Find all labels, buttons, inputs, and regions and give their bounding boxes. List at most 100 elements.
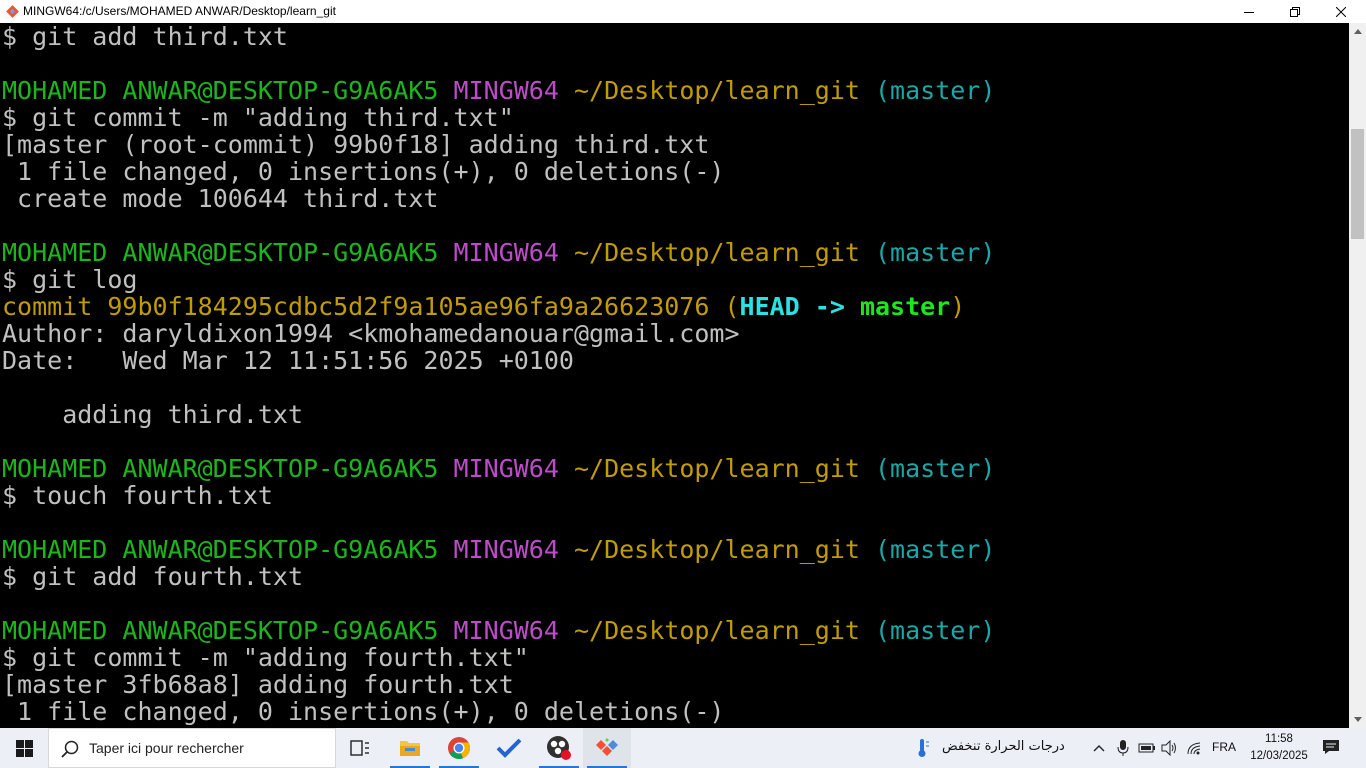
terminal-line: [master 3fb68a8] adding fourth.txt: [2, 671, 995, 698]
terminal-text-branch: (master): [875, 535, 996, 564]
minimize-button[interactable]: [1226, 0, 1272, 23]
terminal-text-default: 1 file changed, 0 insertions(+), 0 delet…: [2, 157, 725, 186]
notification-icon: [1323, 740, 1339, 754]
terminal-line: 1 file changed, 0 insertions(+), 0 delet…: [2, 158, 995, 185]
scroll-thumb[interactable]: [1351, 129, 1364, 239]
terminal-text-default: Date: Wed Mar 12 11:51:56 2025 +0100: [2, 346, 574, 375]
clock-time: 11:58: [1265, 733, 1293, 745]
clock-date: 12/03/2025: [1250, 750, 1308, 762]
taskbar: Taper ici pour rechercher درجات الحرارة …: [0, 728, 1366, 768]
weather-widget[interactable]: [914, 739, 932, 757]
battery-icon: [1138, 743, 1155, 753]
chevron-up-icon: [1093, 745, 1105, 752]
search-placeholder: Taper ici pour rechercher: [89, 740, 244, 756]
wifi-icon: [1187, 742, 1201, 755]
language-indicator[interactable]: FRA: [1212, 740, 1236, 754]
terminal-line: [master (root-commit) 99b0f18] adding th…: [2, 131, 995, 158]
git-icon: [596, 738, 618, 756]
terminal-blank-line: [2, 509, 995, 536]
taskbar-git-bash[interactable]: [583, 728, 631, 768]
taskbar-file-explorer[interactable]: [386, 728, 434, 768]
terminal-text-path: ~/Desktop/learn_git: [573, 535, 875, 564]
terminal-text-default: adding third.txt: [2, 400, 304, 429]
terminal-blank-line: [2, 374, 995, 401]
network-tray[interactable]: [1186, 739, 1204, 757]
show-hidden-icons[interactable]: [1090, 739, 1108, 757]
microphone-tray[interactable]: [1114, 739, 1132, 757]
vertical-scrollbar[interactable]: [1349, 23, 1366, 728]
terminal-text-head: HEAD ->: [739, 292, 860, 321]
taskbar-chrome[interactable]: [435, 728, 483, 768]
todo-icon: [496, 738, 522, 758]
terminal-line: MOHAMED ANWAR@DESKTOP-G9A6AK5 MINGW64 ~/…: [2, 617, 995, 644]
terminal-line: Author: daryldixon1994 <kmohamedanouar@g…: [2, 320, 995, 347]
task-view-button[interactable]: [336, 728, 384, 768]
terminal-output[interactable]: $ git add third.txt MOHAMED ANWAR@DESKTO…: [0, 23, 1349, 728]
terminal-line: adding third.txt: [2, 401, 995, 428]
notification-center-button[interactable]: [1322, 738, 1340, 760]
terminal-line: $ git commit -m "adding third.txt": [2, 104, 995, 131]
search-box[interactable]: Taper ici pour rechercher: [48, 728, 336, 768]
terminal-text-branch: (master): [875, 454, 996, 483]
terminal-text-msys: MINGW64: [453, 454, 574, 483]
terminal-blank-line: [2, 212, 995, 239]
terminal-text-msys: MINGW64: [453, 76, 574, 105]
terminal-text-master: master: [859, 292, 951, 321]
restore-icon: [1290, 6, 1300, 17]
terminal-text-user: MOHAMED ANWAR@DESKTOP-G9A6AK5: [2, 454, 454, 483]
terminal-text-default: $ git log: [2, 265, 138, 294]
terminal-text-msys: MINGW64: [453, 535, 574, 564]
terminal-text-user: MOHAMED ANWAR@DESKTOP-G9A6AK5: [2, 238, 454, 267]
terminal-blank-line: [2, 590, 995, 617]
thermometer-icon: [918, 739, 929, 757]
terminal-line: MOHAMED ANWAR@DESKTOP-G9A6AK5 MINGW64 ~/…: [2, 239, 995, 266]
clock[interactable]: 11:58 12/03/2025: [1248, 731, 1310, 765]
terminal-text-yellow: ): [950, 292, 966, 321]
close-icon: [1336, 6, 1346, 17]
windows-icon: [15, 739, 33, 757]
microphone-icon: [1117, 740, 1129, 756]
start-button[interactable]: [0, 728, 48, 768]
terminal-line: $ git commit -m "adding fourth.txt": [2, 644, 995, 671]
terminal-blank-line: [2, 428, 995, 455]
terminal-line: MOHAMED ANWAR@DESKTOP-G9A6AK5 MINGW64 ~/…: [2, 536, 995, 563]
battery-tray[interactable]: [1138, 739, 1156, 757]
chrome-icon: [448, 737, 470, 759]
title-bar[interactable]: MINGW64:/c/Users/MOHAMED ANWAR/Desktop/l…: [0, 0, 1366, 23]
close-button[interactable]: [1318, 0, 1364, 23]
terminal-line: $ git add third.txt: [2, 23, 995, 50]
restore-button[interactable]: [1272, 0, 1318, 23]
terminal-line: 1 file changed, 0 insertions(+), 0 delet…: [2, 698, 995, 725]
terminal-text-msys: MINGW64: [453, 616, 574, 645]
taskbar-todo[interactable]: [485, 728, 533, 768]
terminal-text-msys: MINGW64: [453, 238, 574, 267]
terminal-text-path: ~/Desktop/learn_git: [573, 616, 875, 645]
terminal-text-yellow: commit 99b0f184295cdbc5d2f9a105ae96fa9a2…: [2, 292, 740, 321]
terminal-line: commit 99b0f184295cdbc5d2f9a105ae96fa9a2…: [2, 293, 995, 320]
terminal-text-default: $ git add fourth.txt: [2, 562, 304, 591]
scroll-up-button[interactable]: [1349, 23, 1366, 40]
volume-tray[interactable]: [1161, 739, 1179, 757]
volume-icon: [1161, 740, 1176, 756]
terminal-text-path: ~/Desktop/learn_git: [573, 454, 875, 483]
terminal-text-default: Author: daryldixon1994 <kmohamedanouar@g…: [2, 319, 740, 348]
terminal-text-default: $ git commit -m "adding third.txt": [2, 103, 514, 132]
terminal-text-default: create mode 100644 third.txt: [2, 184, 439, 213]
terminal-text-branch: (master): [875, 616, 996, 645]
taskbar-obs[interactable]: [535, 728, 583, 768]
terminal-line: create mode 100644 third.txt: [2, 185, 995, 212]
scroll-down-button[interactable]: [1349, 711, 1366, 728]
terminal-text-user: MOHAMED ANWAR@DESKTOP-G9A6AK5: [2, 616, 454, 645]
terminal-text-default: $ touch fourth.txt: [2, 481, 273, 510]
terminal-line: MOHAMED ANWAR@DESKTOP-G9A6AK5 MINGW64 ~/…: [2, 455, 995, 482]
obs-icon: [547, 736, 571, 760]
terminal-text-user: MOHAMED ANWAR@DESKTOP-G9A6AK5: [2, 76, 454, 105]
minimize-icon: [1244, 11, 1254, 13]
terminal-text-default: $ git add third.txt: [2, 23, 288, 51]
terminal-blank-line: [2, 50, 995, 77]
terminal-line: Date: Wed Mar 12 11:51:56 2025 +0100: [2, 347, 995, 374]
weather-text[interactable]: درجات الحرارة تنخفض: [942, 739, 1065, 754]
terminal-line: $ touch fourth.txt: [2, 482, 995, 509]
terminal-text-path: ~/Desktop/learn_git: [573, 76, 875, 105]
terminal-text-default: [master 3fb68a8] adding fourth.txt: [2, 670, 514, 699]
